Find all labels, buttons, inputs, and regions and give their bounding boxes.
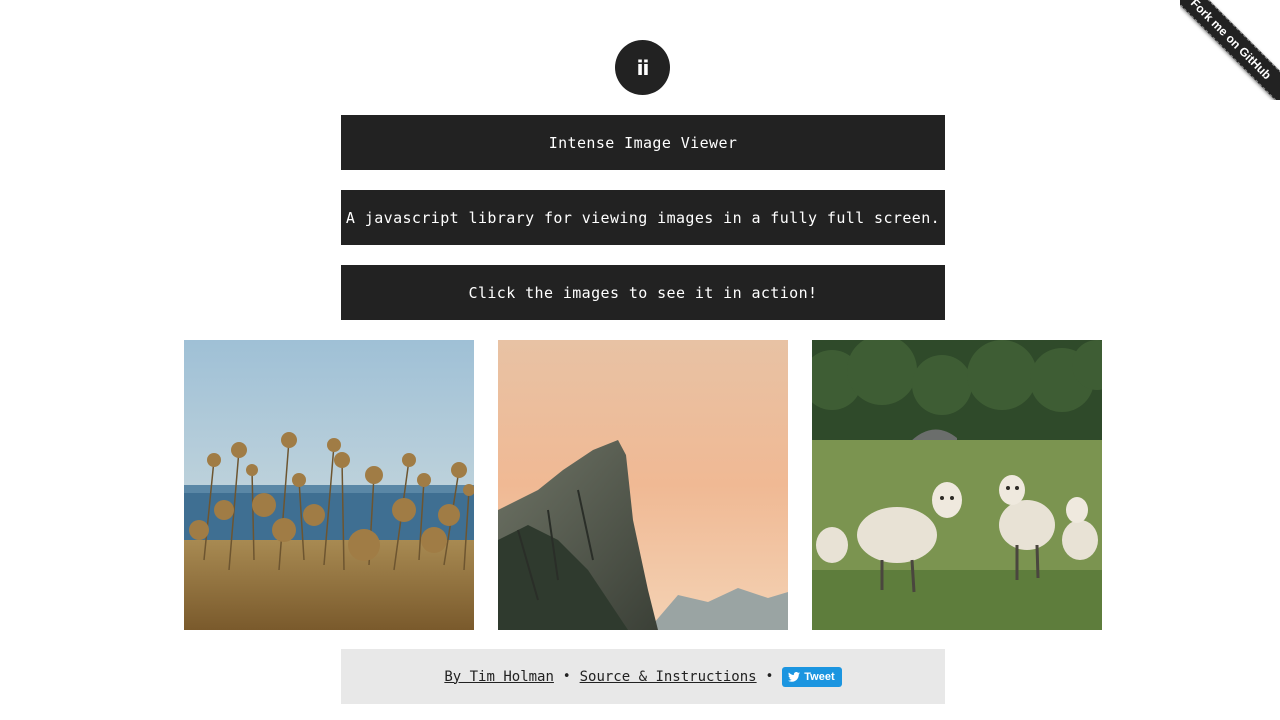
tweet-button[interactable]: Tweet: [782, 666, 842, 687]
twitter-bird-icon: [788, 671, 801, 682]
author-link[interactable]: By Tim Holman: [444, 669, 554, 685]
page-title: Intense Image Viewer: [341, 115, 945, 170]
gallery-image-mountain[interactable]: [498, 340, 788, 630]
call-to-action: Click the images to see it in action!: [341, 265, 945, 320]
intense-logo-icon: ii: [615, 40, 670, 95]
page-subtitle-text: A javascript library for viewing images …: [345, 208, 941, 227]
source-link[interactable]: Source & Instructions: [580, 669, 757, 685]
github-ribbon: Fork me on GitHub: [1180, 0, 1280, 100]
gallery-image-flowers[interactable]: [184, 340, 474, 630]
call-to-action-text: Click the images to see it in action!: [468, 283, 818, 302]
page: ii Intense Image Viewer A javascript lib…: [0, 0, 1280, 720]
flowers-photo: [184, 340, 474, 630]
separator-dot: •: [765, 669, 774, 684]
gallery-image-sheep[interactable]: [812, 340, 1102, 630]
page-title-text: Intense Image Viewer: [548, 133, 738, 152]
fork-me-ribbon[interactable]: Fork me on GitHub: [1180, 0, 1280, 100]
logo-text: ii: [636, 55, 650, 80]
separator-dot: •: [562, 669, 571, 684]
footer: By Tim Holman • Source & Instructions • …: [341, 649, 945, 704]
page-subtitle: A javascript library for viewing images …: [341, 190, 945, 245]
sheep-photo: [812, 340, 1102, 630]
tweet-label: Tweet: [804, 670, 835, 683]
mountain-photo: [498, 340, 788, 630]
